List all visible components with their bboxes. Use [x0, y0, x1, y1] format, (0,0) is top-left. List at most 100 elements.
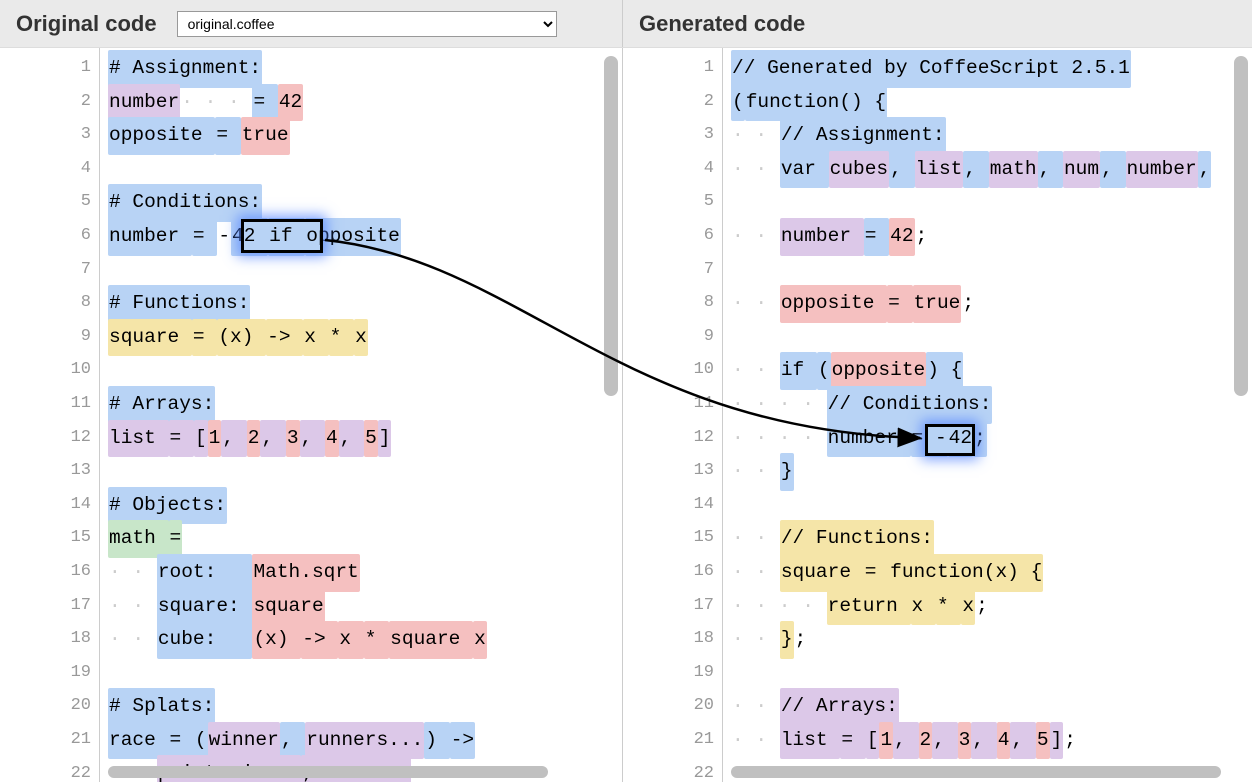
code-line[interactable]: # Conditions:	[108, 186, 622, 220]
code-line[interactable]: · · opposite = true;	[731, 287, 1252, 321]
token: // Assignment:	[780, 117, 946, 155]
code-line[interactable]	[731, 489, 1252, 523]
token: =	[840, 722, 865, 760]
line-number: 10	[11, 360, 91, 379]
token: · · · ·	[731, 386, 827, 424]
scrollbar-vertical[interactable]	[604, 56, 618, 396]
code-line[interactable]: race = (winner, runners...) ->	[108, 724, 622, 758]
token: // Conditions:	[827, 386, 993, 424]
token: · · ·	[180, 84, 252, 122]
code-line[interactable]	[108, 254, 622, 288]
token: square:	[157, 588, 253, 626]
code-line[interactable]: opposite = true	[108, 119, 622, 153]
line-number: 5	[634, 192, 714, 211]
code-line[interactable]	[108, 455, 622, 489]
line-number: 18	[11, 629, 91, 648]
code-line[interactable]: // Generated by CoffeeScript 2.5.1	[731, 52, 1252, 86]
token: list	[915, 151, 964, 189]
line-number: 21	[634, 730, 714, 749]
code-line[interactable]: · · square = function(x) {	[731, 556, 1252, 590]
token: ,	[893, 722, 918, 760]
original-code[interactable]: # Assignment:number· · · = 42opposite = …	[100, 48, 622, 782]
line-number: 11	[634, 394, 714, 413]
code-line[interactable]: · · // Arrays:	[731, 690, 1252, 724]
token: square	[780, 554, 864, 592]
token: ,	[300, 420, 325, 458]
token: return	[827, 588, 911, 626]
token: [	[866, 722, 880, 760]
token: var	[780, 151, 829, 189]
token: 3	[286, 420, 300, 458]
token: ;	[975, 588, 989, 626]
token: =	[215, 117, 240, 155]
code-line[interactable]: # Functions:	[108, 287, 622, 321]
code-line[interactable]	[731, 321, 1252, 355]
code-line[interactable]: · · }	[731, 455, 1252, 489]
code-line[interactable]: math =	[108, 522, 622, 556]
token: number	[780, 218, 864, 256]
token: =	[192, 319, 217, 357]
token: · ·	[731, 285, 780, 323]
code-line[interactable]: # Arrays:	[108, 388, 622, 422]
line-number: 22	[11, 764, 91, 782]
token: square	[252, 588, 324, 626]
line-number: 22	[634, 764, 714, 782]
line-number: 15	[634, 528, 714, 547]
line-number: 10	[634, 360, 714, 379]
token: · ·	[731, 520, 780, 558]
token: · ·	[731, 688, 780, 726]
code-line[interactable]	[108, 153, 622, 187]
code-line[interactable]: · · // Assignment:	[731, 119, 1252, 153]
code-line[interactable]: · · · · number = -42;	[731, 422, 1252, 456]
token: ;	[794, 621, 808, 659]
scrollbar-horizontal[interactable]	[108, 766, 548, 778]
code-line[interactable]: · · if (opposite) {	[731, 354, 1252, 388]
token: 1	[879, 722, 893, 760]
code-line[interactable]	[731, 186, 1252, 220]
token: number	[108, 84, 180, 122]
token: # Functions:	[108, 285, 250, 323]
code-line[interactable]: · · · · // Conditions:	[731, 388, 1252, 422]
code-line[interactable]: · · · · return x * x;	[731, 590, 1252, 624]
token: winner	[208, 722, 280, 760]
code-line[interactable]: · · cube: (x) -> x * square x	[108, 623, 622, 657]
token: Math.sqrt	[252, 554, 359, 592]
code-line[interactable]: # Splats:	[108, 690, 622, 724]
file-select[interactable]: original.coffee	[177, 11, 557, 37]
code-line[interactable]: · · number = 42;	[731, 220, 1252, 254]
code-line[interactable]: · · root: Math.sqrt	[108, 556, 622, 590]
token: ,	[260, 420, 285, 458]
code-line[interactable]: # Assignment:	[108, 52, 622, 86]
token: 5	[364, 420, 378, 458]
code-line[interactable]	[731, 254, 1252, 288]
token: ,	[221, 420, 246, 458]
generated-code[interactable]: // Generated by CoffeeScript 2.5.1(funct…	[723, 48, 1252, 782]
scrollbar-vertical[interactable]	[1234, 56, 1248, 396]
code-line[interactable]	[108, 354, 622, 388]
code-line[interactable]	[731, 657, 1252, 691]
code-line[interactable]: square = (x) -> x * x	[108, 321, 622, 355]
code-line[interactable]: # Objects:	[108, 489, 622, 523]
token: ->	[266, 319, 303, 357]
token: # Arrays:	[108, 386, 215, 424]
code-line[interactable]: · · // Functions:	[731, 522, 1252, 556]
token: ) {	[926, 352, 963, 390]
token: if	[268, 218, 305, 256]
scrollbar-horizontal[interactable]	[731, 766, 1221, 778]
line-number: 6	[11, 226, 91, 245]
token: · ·	[731, 554, 780, 592]
code-line[interactable]: (function() {	[731, 86, 1252, 120]
token: *	[329, 319, 354, 357]
code-line[interactable]: list = [1, 2, 3, 4, 5]	[108, 422, 622, 456]
token: cubes	[829, 151, 890, 189]
code-line[interactable]: · · list = [1, 2, 3, 4, 5];	[731, 724, 1252, 758]
header-left: Original code original.coffee	[0, 0, 623, 47]
code-line[interactable]: · · var cubes, list, math, num, number,	[731, 153, 1252, 187]
token: true	[913, 285, 962, 323]
code-line[interactable]	[108, 657, 622, 691]
code-line[interactable]: number· · · = 42	[108, 86, 622, 120]
code-line[interactable]: · · square: square	[108, 590, 622, 624]
line-number: 19	[634, 663, 714, 682]
code-line[interactable]: · · };	[731, 623, 1252, 657]
code-line[interactable]: number = -42 if opposite	[108, 220, 622, 254]
